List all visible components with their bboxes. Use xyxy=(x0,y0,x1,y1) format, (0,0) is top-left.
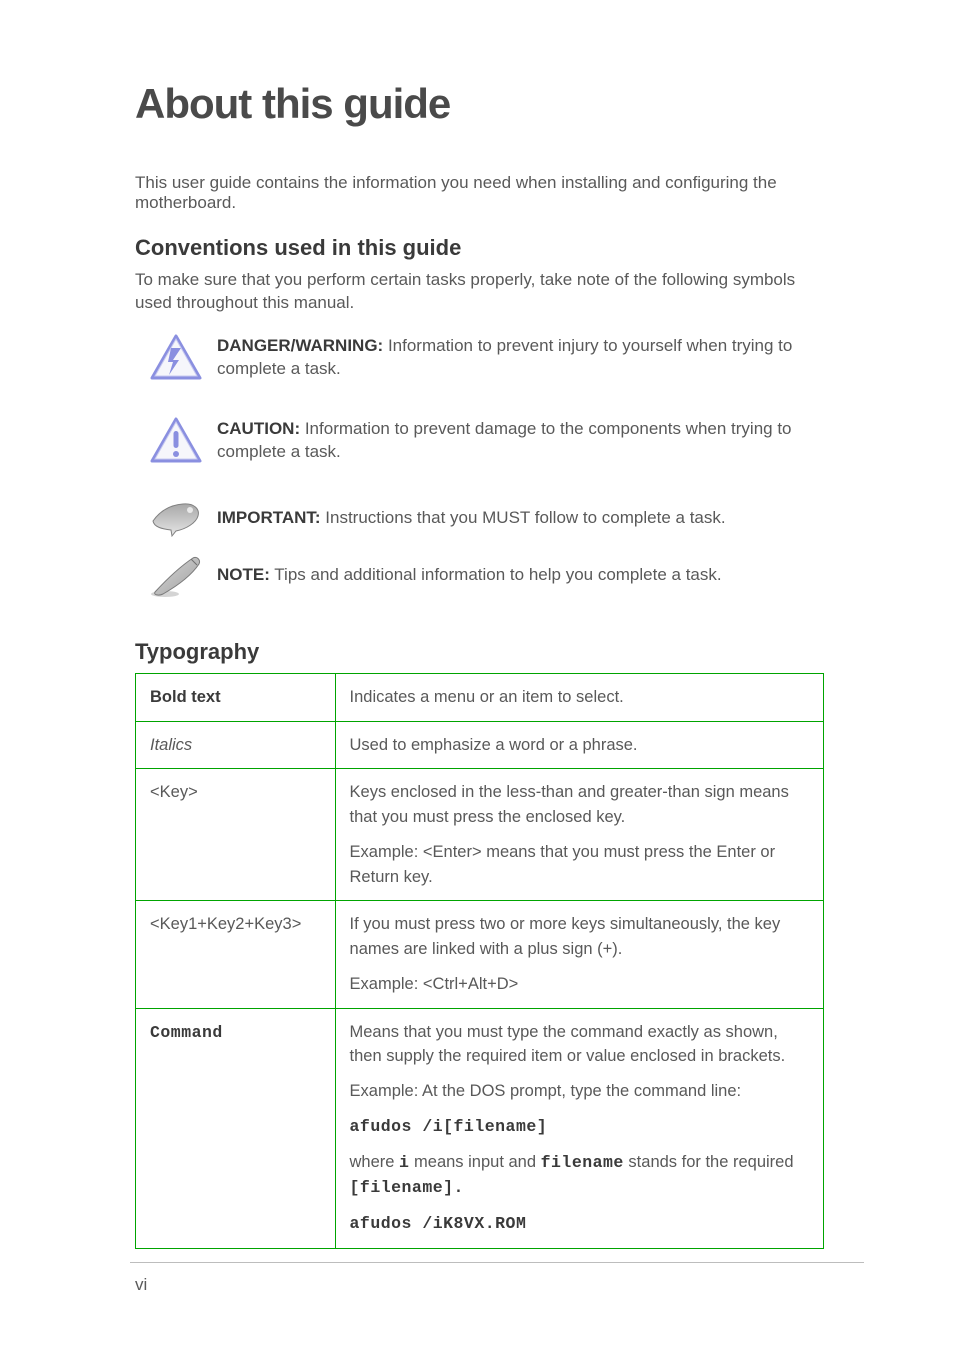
conventions-sub: To make sure that you perform certain ta… xyxy=(135,269,824,315)
command-mid-d: filename xyxy=(541,1153,624,1172)
table-row: <Key> Keys enclosed in the less-than and… xyxy=(136,769,824,901)
caution-text: Information to prevent damage to the com… xyxy=(217,419,792,461)
important-text: Instructions that you MUST follow to com… xyxy=(321,508,726,527)
table-row: Bold text Indicates a menu or an item to… xyxy=(136,673,824,721)
command-mid-c: means input and xyxy=(409,1153,540,1171)
table-row: Italics Used to emphasize a word or a ph… xyxy=(136,721,824,769)
bold-right: Indicates a menu or an item to select. xyxy=(335,673,823,721)
command-left: Command xyxy=(150,1023,223,1042)
command-mid-b: i xyxy=(399,1153,409,1172)
note-label: NOTE: xyxy=(217,565,270,584)
table-row: <Key1+Key2+Key3> If you must press two o… xyxy=(136,901,824,1008)
intro-paragraph: This user guide contains the information… xyxy=(135,173,824,213)
key2-example-a: Example: xyxy=(350,975,423,993)
important-icon xyxy=(148,499,204,544)
italic-left: Italics xyxy=(150,736,192,754)
command-code1: afudos /i[filename] xyxy=(350,1117,548,1136)
note-icon xyxy=(147,554,205,605)
key1-text1: Keys enclosed in the less-than and great… xyxy=(350,783,789,826)
convention-row: DANGER/WARNING: Information to prevent i… xyxy=(135,333,824,388)
key2-example-b: <Ctrl+Alt+D> xyxy=(423,975,518,993)
key2-left: <Key1+Key2+Key3> xyxy=(150,915,301,933)
command-mid-e: stands for the required xyxy=(624,1153,794,1171)
typography-title: Typography xyxy=(135,639,824,665)
footer-rule xyxy=(130,1262,864,1263)
typography-table: Bold text Indicates a menu or an item to… xyxy=(135,673,824,1249)
page-title: About this guide xyxy=(135,80,824,128)
command-mid-a: where xyxy=(350,1153,400,1171)
command-code2: afudos /iK8VX.ROM xyxy=(350,1214,527,1233)
note-text: Tips and additional information to help … xyxy=(270,565,722,584)
caution-label: CAUTION: xyxy=(217,419,300,438)
conventions-title: Conventions used in this guide xyxy=(135,235,824,261)
danger-label: DANGER/WARNING: xyxy=(217,336,383,355)
key1-example-a: Example: xyxy=(350,843,423,861)
command-text2: Example: At the DOS prompt, type the com… xyxy=(350,1082,742,1100)
command-text1: Means that you must type the command exa… xyxy=(350,1023,786,1066)
danger-icon xyxy=(149,333,203,388)
table-row: Command Means that you must type the com… xyxy=(136,1008,824,1248)
page-number: vi xyxy=(135,1275,147,1295)
convention-row: CAUTION: Information to prevent damage t… xyxy=(135,416,824,471)
command-mid2: [filename]. xyxy=(350,1178,464,1197)
bold-left: Bold text xyxy=(150,688,221,706)
convention-row: NOTE: Tips and additional information to… xyxy=(135,554,824,605)
key1-left: <Key> xyxy=(150,783,198,801)
caution-icon xyxy=(149,416,203,471)
key1-example-b: <Enter> xyxy=(423,843,482,861)
convention-row: IMPORTANT: Instructions that you MUST fo… xyxy=(135,499,824,544)
italic-right: Used to emphasize a word or a phrase. xyxy=(335,721,823,769)
important-label: IMPORTANT: xyxy=(217,508,321,527)
key2-text1: If you must press two or more keys simul… xyxy=(350,915,781,958)
